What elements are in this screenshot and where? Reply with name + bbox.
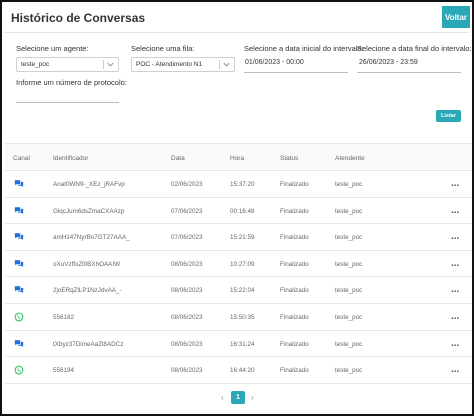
more-options-icon[interactable]: ... [451, 311, 459, 322]
protocol-input[interactable] [16, 90, 119, 100]
agent-select-value: teste_poc [21, 61, 50, 68]
cell-identifier: tXbyz37DimeAaZl8ADCz [53, 340, 124, 348]
cell-status: Finalizado [280, 260, 309, 268]
table-row[interactable]: 556194 08/06/2023 16:44:20 Finalizado teste_… [5, 357, 472, 384]
table-row[interactable]: amH147NyrBo7GT27AAA_ 07/06/2023 15:21:59 Fi… [5, 224, 472, 251]
start-date-underline [244, 72, 348, 73]
table-row[interactable]: GlqcJum6dsZmaCXAAzp 07/06/2023 00:16:48 Fin… [5, 198, 472, 225]
cell-status: Finalizado [280, 181, 309, 188]
page-frame: Histórico de Conversas Voltar Selecione … [0, 0, 474, 416]
pagination: ‹ 1 › [2, 391, 474, 405]
table-row[interactable]: 556182 08/06/2023 15:50:35 Finalizado teste_… [5, 304, 472, 331]
cell-agent: teste_poc [335, 367, 363, 375]
more-options-icon[interactable]: ... [451, 338, 459, 349]
more-options-icon[interactable]: ... [451, 258, 459, 269]
cell-agent: teste_poc [335, 234, 363, 242]
cell-time: 10:27:09 [230, 260, 255, 268]
protocol-underline [16, 102, 119, 103]
cell-date: 02/06/2023 [171, 181, 203, 188]
cell-date: 08/06/2023 [171, 340, 203, 348]
header-channel: Canal [13, 155, 30, 162]
pagination-prev[interactable]: ‹ [221, 393, 224, 402]
cell-time: 15:22:04 [230, 287, 255, 295]
back-button[interactable]: Voltar [442, 6, 470, 28]
cell-identifier: 2joERqZlLP1NzJdvAA_- [53, 287, 122, 295]
cell-date: 08/06/2023 [171, 313, 203, 321]
header-time: Hora [230, 155, 245, 162]
header-divider [5, 32, 469, 33]
agent-label: Selecione um agente: [16, 44, 89, 53]
cell-identifier: GlqcJum6dsZmaCXAAzp [53, 207, 125, 215]
cell-time: 15:50:35 [230, 313, 255, 321]
more-options-icon[interactable]: ... [451, 205, 459, 216]
header-identifier: Identificador [53, 155, 89, 162]
queue-label: Selecione uma fila: [131, 44, 195, 53]
cell-date: 07/06/2023 [171, 207, 203, 215]
cell-status: Finalizado [280, 367, 309, 375]
chevron-down-icon [107, 62, 114, 67]
more-options-icon[interactable]: ... [451, 231, 459, 242]
cell-identifier: oXuVzffoZl0BXhOAAIW [53, 260, 121, 268]
queue-select[interactable]: POC - Atendimento N1 [131, 57, 235, 72]
cell-status: Finalizado [280, 234, 309, 242]
cell-agent: teste_poc [335, 181, 363, 188]
cell-identifier: 556194 [53, 367, 75, 375]
cell-agent: teste_poc [335, 260, 363, 268]
protocol-label: Informe um número de protocolo: [16, 78, 127, 87]
end-date-label: Selecione a data final do intervalo: [357, 44, 472, 53]
table-header: Canal Identificador Data Hora Status Ate… [5, 143, 472, 171]
list-button[interactable]: Listar [436, 110, 461, 122]
cell-identifier: amH147NyrBo7GT27AAA_ [53, 234, 130, 242]
end-date-input[interactable]: 26/06/2023 - 23:59 [359, 59, 418, 66]
table-row[interactable]: 2joERqZlLP1NzJdvAA_- 08/06/2023 15:22:04 Fi… [5, 277, 472, 304]
cell-status: Finalizado [280, 340, 309, 348]
page-title: Histórico de Conversas [11, 11, 146, 25]
cell-time: 15:37:20 [230, 181, 255, 188]
end-date-underline [357, 72, 461, 73]
cell-status: Finalizado [280, 313, 309, 321]
cell-date: 08/06/2023 [171, 367, 203, 375]
header-status: Status [280, 155, 299, 162]
queue-select-value: POC - Atendimento N1 [136, 61, 203, 68]
cell-status: Finalizado [280, 207, 309, 215]
start-date-label: Selecione a data inicial do intervalo: [244, 44, 364, 53]
cell-time: 16:44:20 [230, 367, 255, 375]
conversations-table: Canal Identificador Data Hora Status Ate… [5, 143, 472, 384]
pagination-current-page[interactable]: 1 [231, 391, 245, 404]
cell-status: Finalizado [280, 287, 309, 295]
cell-time: 16:31:24 [230, 340, 255, 348]
cell-identifier: 556182 [53, 313, 75, 321]
cell-date: 08/06/2023 [171, 260, 203, 268]
cell-time: 00:16:48 [230, 207, 255, 215]
start-date-input[interactable]: 01/06/2023 - 00:00 [245, 59, 304, 66]
cell-agent: teste_poc [335, 207, 363, 215]
table-row[interactable]: tXbyz37DimeAaZl8ADCz 08/06/2023 16:31:24 Fi… [5, 331, 472, 358]
table-row[interactable]: Anat0WN9-_XEz_jRAFvp 02/06/2023 15:37:20 Fi… [5, 171, 472, 198]
cell-agent: teste_poc [335, 287, 363, 295]
cell-date: 07/06/2023 [171, 234, 203, 242]
pagination-next[interactable]: › [251, 393, 254, 402]
cell-time: 15:21:59 [230, 234, 255, 242]
cell-agent: teste_poc [335, 340, 363, 348]
header-date: Data [171, 155, 185, 162]
more-options-icon[interactable]: ... [451, 178, 459, 189]
cell-identifier: Anat0WN9-_XEz_jRAFvp [53, 181, 125, 188]
table-row[interactable]: oXuVzffoZl0BXhOAAIW 08/06/2023 10:27:09 Fin… [5, 251, 472, 278]
header-agent: Atendente [335, 155, 365, 162]
chevron-down-icon [223, 62, 230, 67]
more-options-icon[interactable]: ... [451, 284, 459, 295]
cell-date: 08/06/2023 [171, 287, 203, 295]
agent-select[interactable]: teste_poc [16, 57, 119, 72]
select-separator [103, 60, 104, 69]
select-separator [219, 60, 220, 69]
cell-agent: teste_poc [335, 313, 363, 321]
more-options-icon[interactable]: ... [451, 364, 459, 375]
table-body: Anat0WN9-_XEz_jRAFvp 02/06/2023 15:37:20 Fi… [5, 171, 472, 384]
